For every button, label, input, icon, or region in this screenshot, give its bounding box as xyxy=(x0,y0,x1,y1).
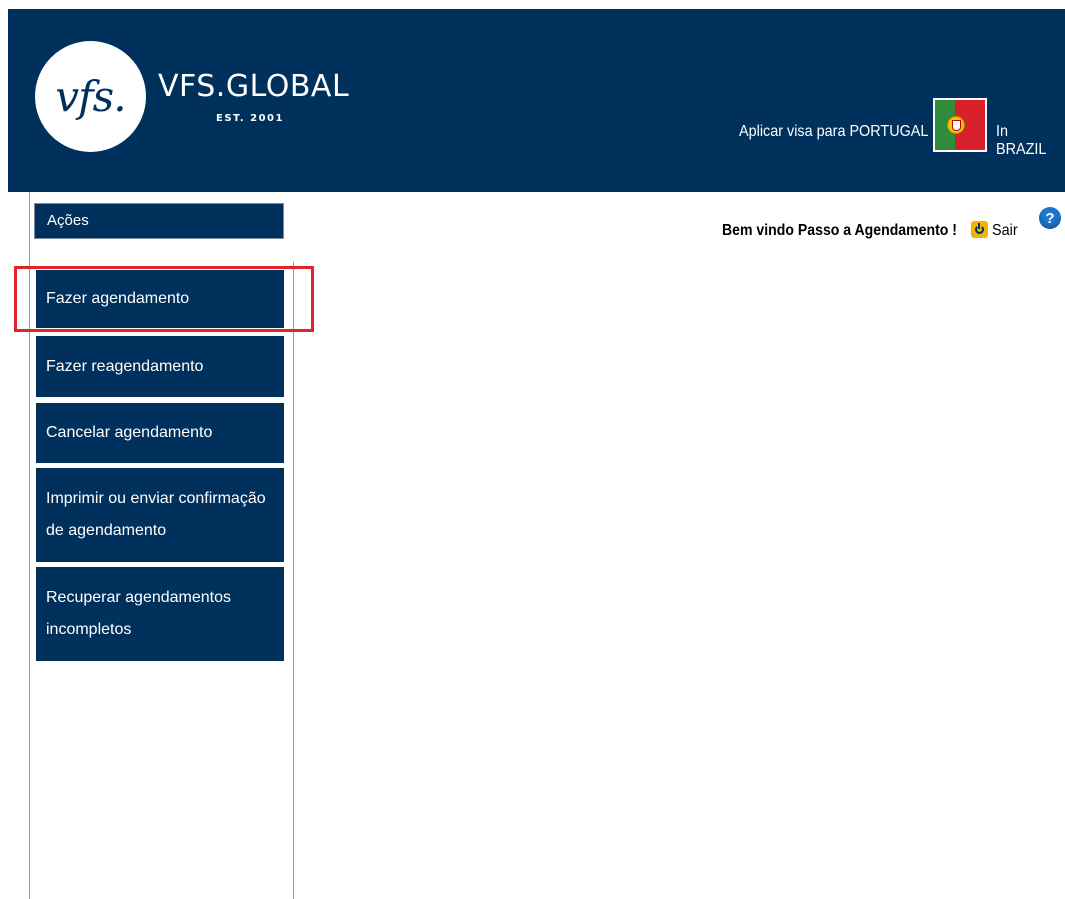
menu-item-recuperar-agendamentos[interactable]: Recuperar agendamentos incompletos xyxy=(36,567,284,661)
highlight-box xyxy=(14,266,314,332)
logout-icon[interactable] xyxy=(971,221,988,238)
logo-est: EST. 2001 xyxy=(216,113,284,124)
menu-item-imprimir-confirmacao[interactable]: Imprimir ou enviar confirmação de agenda… xyxy=(36,468,284,562)
sidebar-right-border xyxy=(293,262,294,899)
country-text: In BRAZIL xyxy=(996,123,1047,158)
logo-circle: vfs. xyxy=(35,41,146,152)
menu-item-fazer-reagendamento[interactable]: Fazer reagendamento xyxy=(36,336,284,397)
logo-name: VFS.GLOBAL xyxy=(158,69,350,104)
help-icon[interactable]: ? xyxy=(1039,207,1061,229)
actions-heading: Ações xyxy=(34,203,284,239)
menu-item-cancelar-agendamento[interactable]: Cancelar agendamento xyxy=(36,403,284,463)
logout-link[interactable]: Sair xyxy=(992,222,1018,240)
apply-visa-text: Aplicar visa para PORTUGAL xyxy=(739,123,929,140)
welcome-text: Bem vindo Passo a Agendamento ! xyxy=(722,222,957,239)
vfs-logo[interactable]: vfs. VFS.GLOBAL EST. 2001 xyxy=(35,41,349,171)
portugal-flag-icon xyxy=(933,98,987,152)
site-header: vfs. VFS.GLOBAL EST. 2001 Aplicar visa p… xyxy=(8,9,1065,192)
logo-mark: vfs. xyxy=(55,72,126,121)
